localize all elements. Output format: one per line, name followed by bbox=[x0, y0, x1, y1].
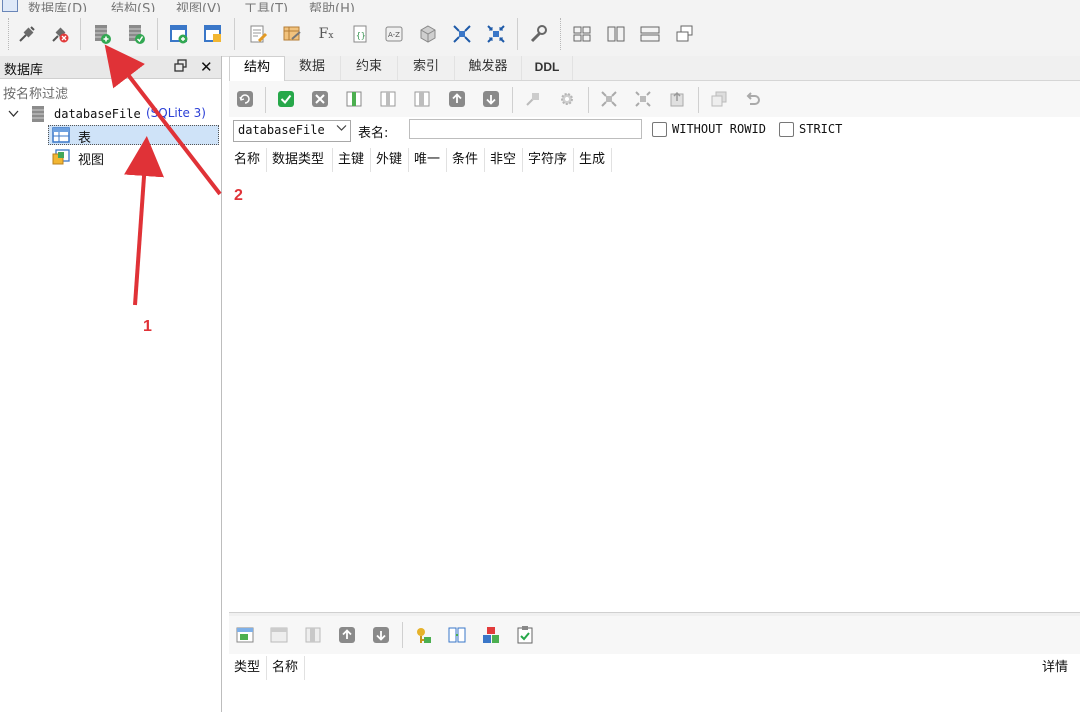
annotation-label-2: 2 bbox=[234, 187, 243, 204]
annotation-overlay bbox=[104, 44, 222, 306]
annotation-label-1: 1 bbox=[143, 318, 152, 335]
annotation-arrow-2 bbox=[104, 44, 222, 196]
annotation-arrow-1 bbox=[124, 136, 164, 306]
